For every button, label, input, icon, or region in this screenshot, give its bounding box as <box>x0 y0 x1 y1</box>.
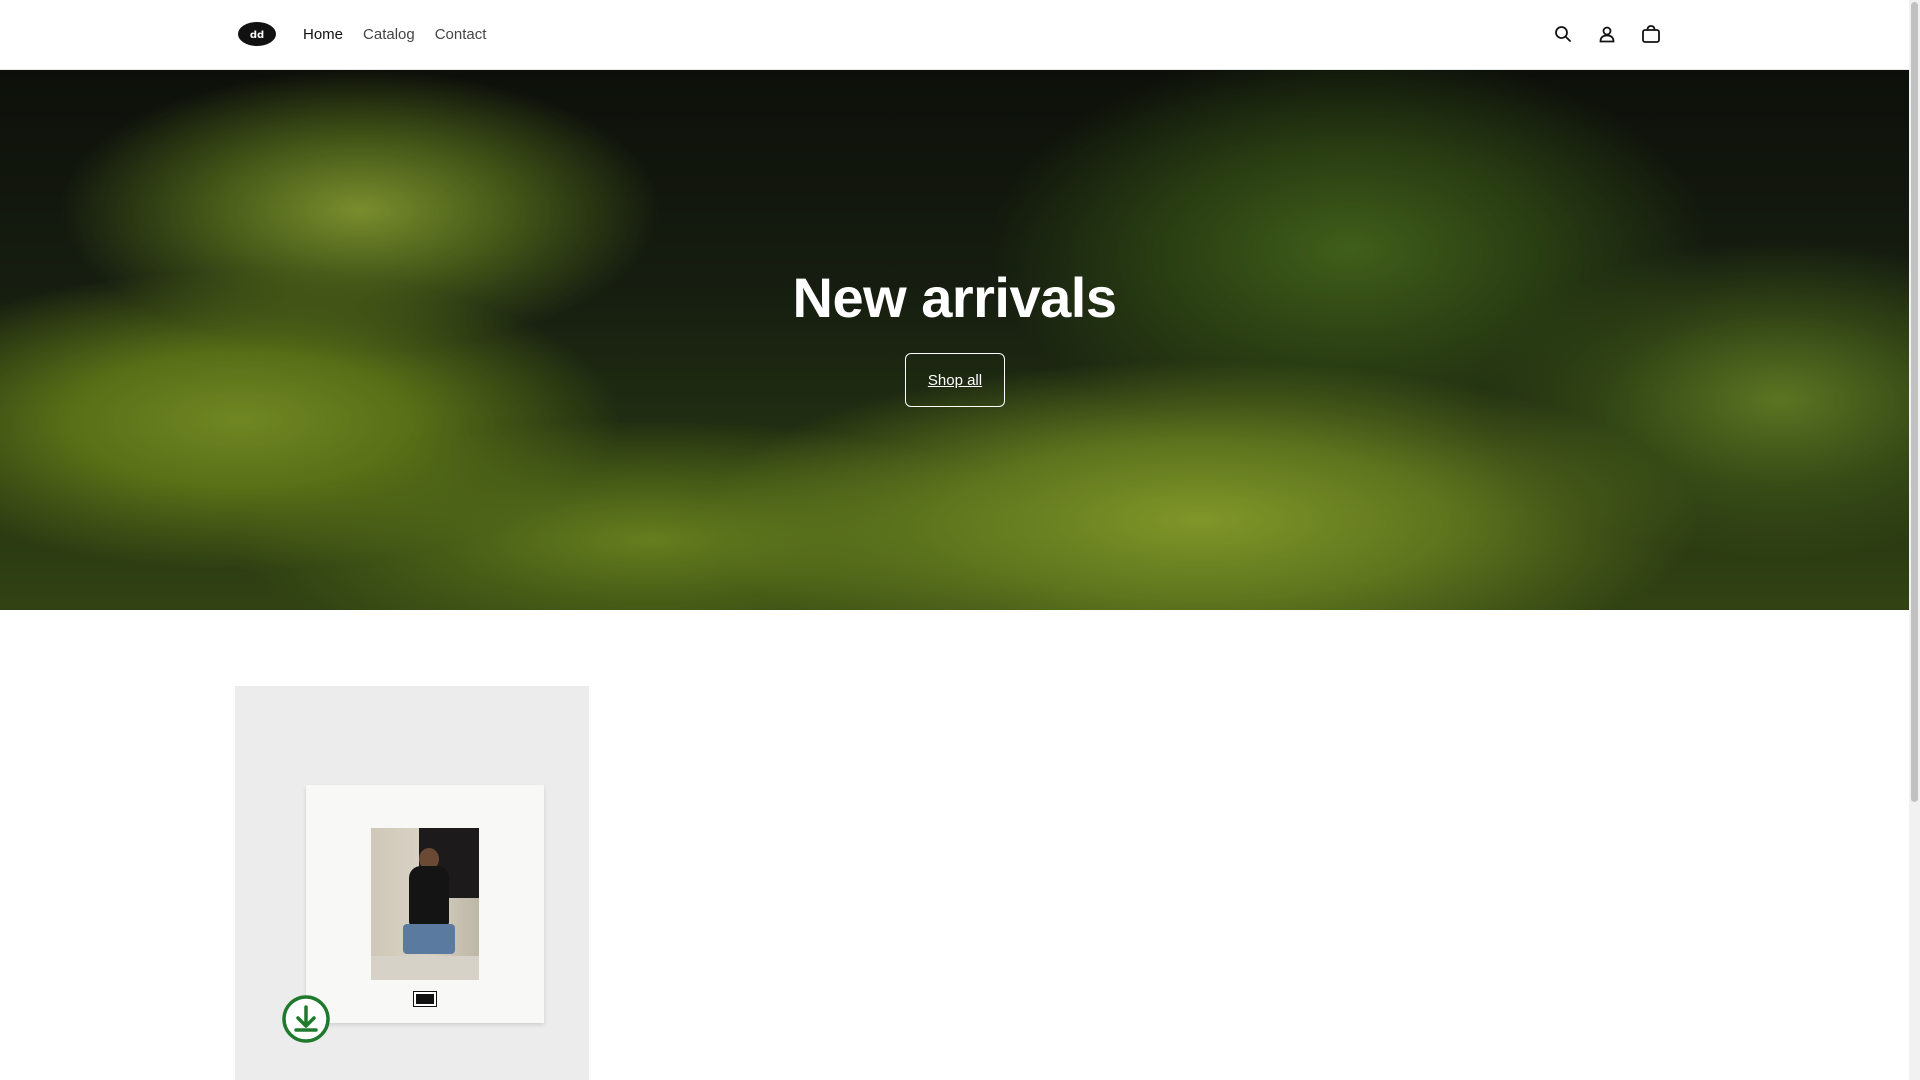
main-nav: Home Catalog Contact <box>303 23 486 47</box>
nav-contact[interactable]: Contact <box>435 23 487 47</box>
hero-title: New arrivals <box>792 266 1117 329</box>
site-header: dd Home Catalog Contact <box>0 0 1909 70</box>
hero-banner: New arrivals Shop all <box>0 70 1909 610</box>
page: dd Home Catalog Contact New arrivals Sho… <box>0 0 1920 1080</box>
cart-button[interactable] <box>1640 22 1662 46</box>
photo-legs <box>403 924 455 954</box>
logo-icon: dd <box>238 22 276 46</box>
header-icons <box>1552 22 1662 46</box>
download-icon <box>282 995 330 1043</box>
search-icon <box>1555 26 1571 42</box>
photo-floor <box>371 956 479 980</box>
photo-body <box>409 866 449 926</box>
account-icon <box>1599 26 1615 43</box>
download-badge <box>282 995 330 1043</box>
album-cover-image[interactable] <box>306 785 544 1023</box>
svg-text:dd: dd <box>250 30 264 41</box>
nav-home[interactable]: Home <box>303 23 343 47</box>
album-photo <box>371 828 479 980</box>
shop-all-button[interactable]: Shop all <box>905 353 1005 407</box>
cart-icon <box>1642 25 1660 43</box>
account-button[interactable] <box>1596 22 1618 46</box>
hero-content: New arrivals Shop all <box>0 70 1909 610</box>
store-logo[interactable]: dd <box>237 20 277 48</box>
product-card[interactable] <box>235 686 589 1080</box>
page-scrollbar[interactable] <box>1909 0 1920 1080</box>
search-button[interactable] <box>1552 22 1574 46</box>
parental-advisory-label <box>413 991 437 1007</box>
nav-catalog[interactable]: Catalog <box>363 23 415 47</box>
scrollbar-thumb[interactable] <box>1911 2 1918 802</box>
